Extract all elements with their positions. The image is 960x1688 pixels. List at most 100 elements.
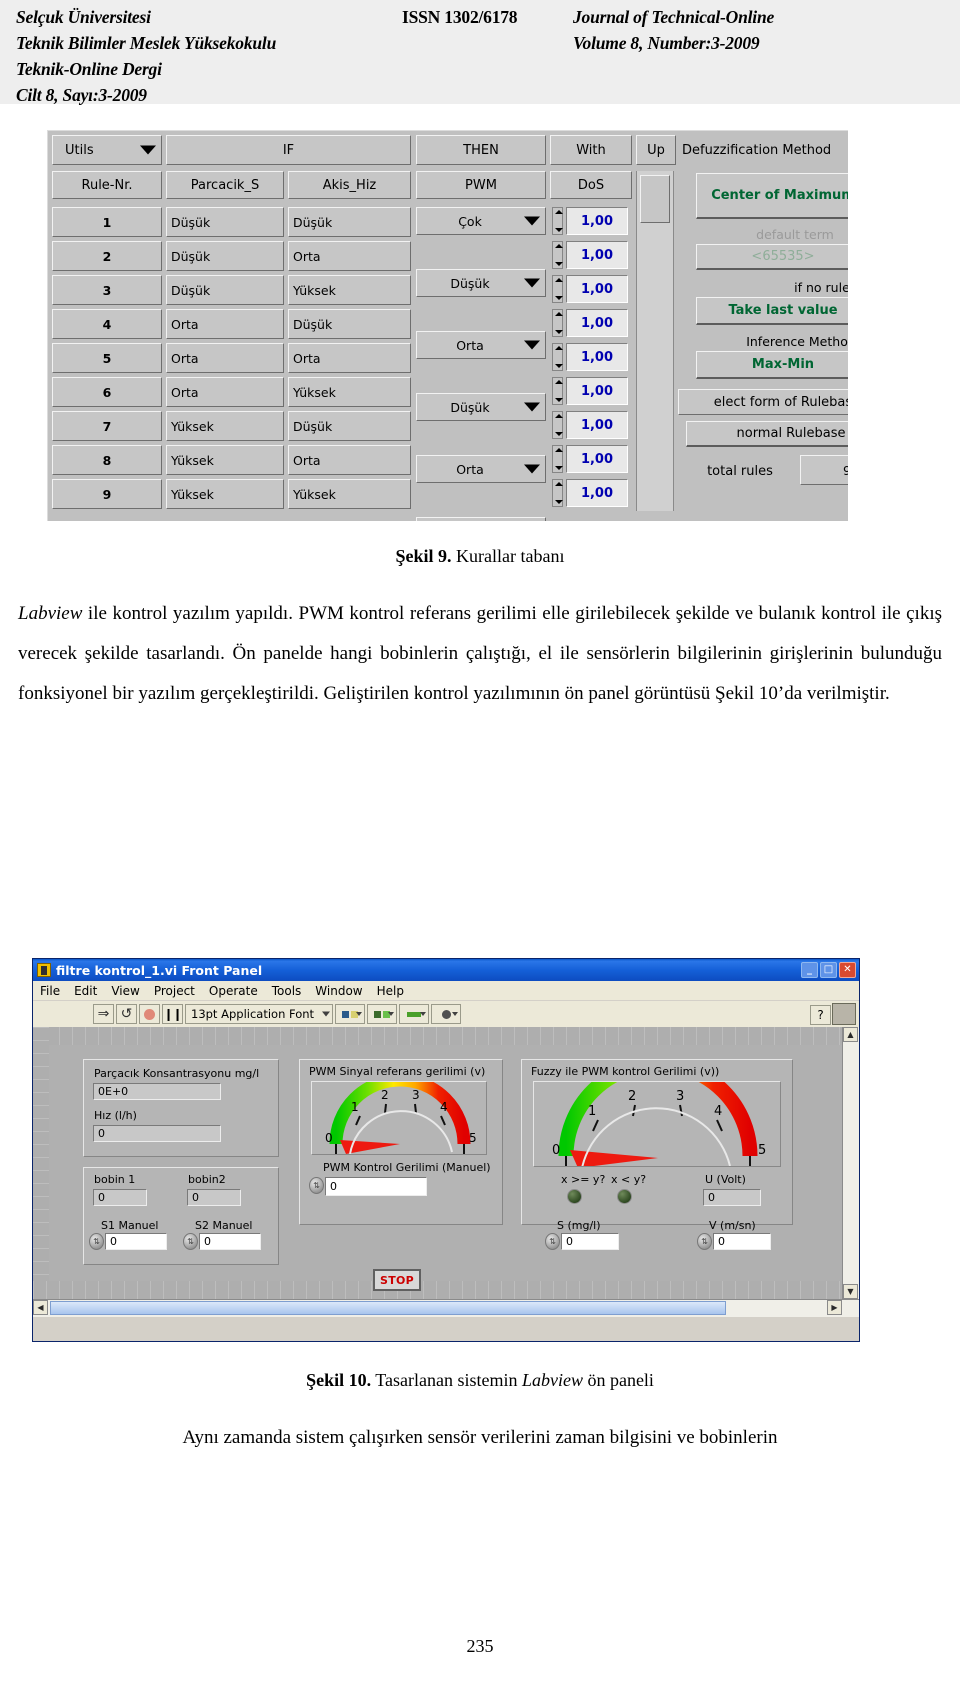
table-cell-dos[interactable]: 1,00 xyxy=(566,241,628,269)
concentration-field[interactable]: 0E+0 xyxy=(93,1083,221,1100)
scroll-up-icon[interactable]: ▲ xyxy=(843,1027,858,1042)
scroll-down-icon[interactable]: ▼ xyxy=(843,1284,858,1299)
dos-spinner[interactable] xyxy=(552,343,563,371)
table-cell-akis[interactable]: Düşük xyxy=(288,411,411,441)
context-help-icon[interactable]: ? xyxy=(810,1005,831,1025)
v-stepper-knob[interactable]: ⇅ xyxy=(697,1233,712,1250)
table-cell-dos[interactable]: 1,00 xyxy=(566,411,628,439)
horizontal-scrollbar-thumb[interactable] xyxy=(50,1301,726,1315)
table-cell-dos[interactable]: 1,00 xyxy=(566,343,628,371)
maximize-button[interactable]: □ xyxy=(820,962,837,978)
bobin2-field[interactable]: 0 xyxy=(187,1189,241,1206)
dos-spinner[interactable] xyxy=(552,275,563,303)
scroll-right-icon[interactable]: ▶ xyxy=(827,1300,842,1315)
horizontal-scrollbar[interactable]: ◀ ▶ xyxy=(33,1299,859,1317)
close-button[interactable]: ✕ xyxy=(839,962,856,978)
table-cell-parcacik[interactable]: Orta xyxy=(166,309,284,339)
table-cell-parcacik[interactable]: Düşük xyxy=(166,275,284,305)
table-row[interactable]: 9 xyxy=(52,479,162,509)
pwm-manual-stepper-knob[interactable]: ⇅ xyxy=(309,1177,324,1194)
table-cell-akis[interactable]: Düşük xyxy=(288,207,411,237)
table-cell-dos[interactable]: 1,00 xyxy=(566,207,628,235)
rulebase-scrollbar-thumb[interactable] xyxy=(640,175,670,223)
table-cell-parcacik[interactable]: Yüksek xyxy=(166,479,284,509)
s-stepper-knob[interactable]: ⇅ xyxy=(545,1233,560,1250)
table-cell-dos[interactable]: 1,00 xyxy=(566,445,628,473)
dos-spinner[interactable] xyxy=(552,445,563,473)
menu-item-operate[interactable]: Operate xyxy=(209,984,258,998)
table-cell-dos[interactable]: 1,00 xyxy=(566,377,628,405)
dos-spinner[interactable] xyxy=(552,411,563,439)
table-cell-pwm[interactable]: Orta xyxy=(416,331,546,359)
table-cell-pwm[interactable]: Düşük xyxy=(416,393,546,421)
dos-spinner[interactable] xyxy=(552,309,563,337)
window-title-bar[interactable]: filtre kontrol_1.vi Front Panel _ □ ✕ xyxy=(33,959,859,981)
menu-item-view[interactable]: View xyxy=(111,984,139,998)
menu-item-project[interactable]: Project xyxy=(154,984,195,998)
table-row[interactable]: 4 xyxy=(52,309,162,339)
run-continuous-icon[interactable]: ↺ xyxy=(116,1004,137,1024)
s1-stepper-knob[interactable]: ⇅ xyxy=(89,1233,104,1250)
vertical-scrollbar[interactable]: ▲ ▼ xyxy=(842,1027,859,1299)
dos-spinner[interactable] xyxy=(552,241,563,269)
table-cell-akis[interactable]: Yüksek xyxy=(288,479,411,509)
defuzzification-method-select[interactable]: Center of Maximum xyxy=(696,173,848,219)
table-cell-parcacik[interactable]: Yüksek xyxy=(166,445,284,475)
dos-spinner[interactable] xyxy=(552,479,563,507)
distribute-objects-icon[interactable] xyxy=(367,1004,397,1024)
stop-button[interactable]: STOP xyxy=(373,1269,421,1291)
menu-item-help[interactable]: Help xyxy=(377,984,404,998)
table-cell-parcacik[interactable]: Yüksek xyxy=(166,411,284,441)
table-row[interactable]: 6 xyxy=(52,377,162,407)
table-cell-dos[interactable]: 1,00 xyxy=(566,275,628,303)
table-row[interactable]: 1 xyxy=(52,207,162,237)
table-cell-pwm[interactable]: Yüksek xyxy=(416,517,546,521)
align-objects-icon[interactable] xyxy=(335,1004,365,1024)
table-cell-akis[interactable]: Orta xyxy=(288,445,411,475)
table-cell-dos[interactable]: 1,00 xyxy=(566,309,628,337)
run-arrow-icon[interactable]: ⇒ xyxy=(93,1004,114,1024)
bobin1-field[interactable]: 0 xyxy=(93,1189,147,1206)
table-cell-akis[interactable]: Yüksek xyxy=(288,377,411,407)
s-mgl-field[interactable]: 0 xyxy=(561,1233,619,1250)
font-selector[interactable]: 13pt Application Font xyxy=(185,1004,333,1024)
inference-method-select[interactable]: Max-Min xyxy=(696,351,848,379)
menu-item-edit[interactable]: Edit xyxy=(74,984,97,998)
rulebase-form-select[interactable]: normal Rulebase xyxy=(686,421,848,447)
pause-icon[interactable]: ❙❙ xyxy=(162,1004,183,1024)
u-volt-field[interactable]: 0 xyxy=(703,1189,761,1206)
table-cell-pwm[interactable]: Çok xyxy=(416,207,546,235)
table-cell-akis[interactable]: Düşük xyxy=(288,309,411,339)
resize-objects-icon[interactable] xyxy=(399,1004,429,1024)
if-no-rule-select[interactable]: Take last value xyxy=(696,297,848,325)
dos-spinner[interactable] xyxy=(552,207,563,235)
abort-icon[interactable] xyxy=(139,1004,160,1024)
utils-menu-button[interactable]: Utils xyxy=(52,135,162,165)
table-cell-akis[interactable]: Yüksek xyxy=(288,275,411,305)
default-term-select[interactable]: <65535> xyxy=(696,244,848,270)
table-row[interactable]: 2 xyxy=(52,241,162,271)
table-cell-pwm[interactable]: Düşük xyxy=(416,269,546,297)
menu-item-window[interactable]: Window xyxy=(315,984,362,998)
pwm-manual-field[interactable]: 0 xyxy=(325,1177,427,1196)
table-cell-akis[interactable]: Orta xyxy=(288,343,411,373)
minimize-button[interactable]: _ xyxy=(801,962,818,978)
flow-field[interactable]: 0 xyxy=(93,1125,221,1142)
reorder-objects-icon[interactable] xyxy=(431,1004,461,1024)
table-cell-parcacik[interactable]: Orta xyxy=(166,377,284,407)
menu-item-file[interactable]: File xyxy=(40,984,60,998)
table-row[interactable]: 7 xyxy=(52,411,162,441)
table-cell-parcacik[interactable]: Düşük xyxy=(166,207,284,237)
table-row[interactable]: 3 xyxy=(52,275,162,305)
v-msn-field[interactable]: 0 xyxy=(713,1233,771,1250)
table-cell-parcacik[interactable]: Düşük xyxy=(166,241,284,271)
s2-stepper-knob[interactable]: ⇅ xyxy=(183,1233,198,1250)
s2-manuel-field[interactable]: 0 xyxy=(199,1233,261,1250)
table-row[interactable]: 8 xyxy=(52,445,162,475)
table-cell-akis[interactable]: Orta xyxy=(288,241,411,271)
table-cell-parcacik[interactable]: Orta xyxy=(166,343,284,373)
scroll-left-icon[interactable]: ◀ xyxy=(33,1300,48,1315)
menu-item-tools[interactable]: Tools xyxy=(272,984,302,998)
table-row[interactable]: 5 xyxy=(52,343,162,373)
search-icon[interactable] xyxy=(832,1003,856,1025)
